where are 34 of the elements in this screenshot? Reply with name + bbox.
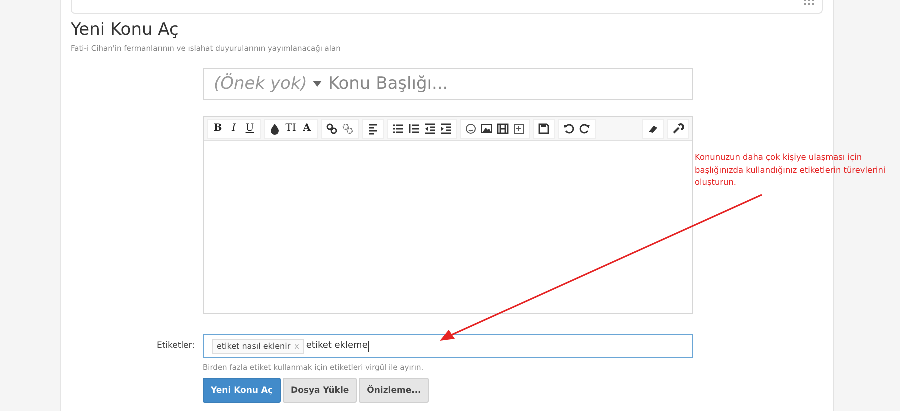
tags-label: Etiketler: (156, 341, 195, 351)
outdent-icon[interactable] (424, 122, 436, 134)
film-icon[interactable] (497, 122, 509, 134)
drop-icon[interactable] (269, 122, 281, 134)
topic-title-field[interactable]: (Önek yok) Konu Başlığı... (203, 68, 693, 100)
form-button[interactable]: Dosya Yükle (283, 378, 358, 403)
image-icon[interactable] (481, 122, 493, 134)
rich-text-editor[interactable]: B I U TI A (203, 116, 693, 314)
plus-square-icon[interactable] (513, 122, 525, 134)
annotation-note: Konunuzun daha çok kişiye ulaşması için başlığınızda kullandığınız etiketlerin türevlerini oluşturun. (695, 151, 887, 188)
link-icon[interactable] (326, 122, 338, 134)
font-button[interactable]: A (299, 120, 315, 136)
wrench-icon[interactable] (672, 122, 684, 134)
create-topic-button[interactable]: Yeni Konu Aç (203, 378, 282, 403)
bold-button[interactable]: B (210, 120, 226, 136)
size-button[interactable]: TI (283, 120, 299, 136)
undo-icon[interactable] (563, 122, 575, 134)
italic-button[interactable]: I (226, 120, 242, 136)
underline-button[interactable]: U (242, 120, 258, 136)
form-button[interactable]: Önizleme... (359, 378, 430, 403)
page-title: Yeni Konu Aç (71, 20, 180, 40)
bulleted-list-icon[interactable] (392, 122, 404, 134)
tag-chip-text: etiket nasıl eklenir (217, 342, 291, 350)
redo-icon[interactable] (579, 122, 591, 134)
caret-icon[interactable] (313, 81, 322, 87)
tag-input-text: etiket ekleme (306, 341, 368, 351)
smiley-icon[interactable] (465, 122, 477, 134)
numbered-list-icon[interactable] (408, 122, 420, 134)
grid-menu-icon[interactable] (804, 0, 814, 5)
tags-field[interactable]: etiket nasıl eklenir x etiket ekleme (203, 334, 693, 358)
title-placeholder: Konu Başlığı... (328, 74, 448, 94)
indent-icon[interactable] (440, 122, 452, 134)
unlink-icon[interactable] (342, 122, 354, 134)
align-left-icon[interactable] (367, 122, 379, 134)
